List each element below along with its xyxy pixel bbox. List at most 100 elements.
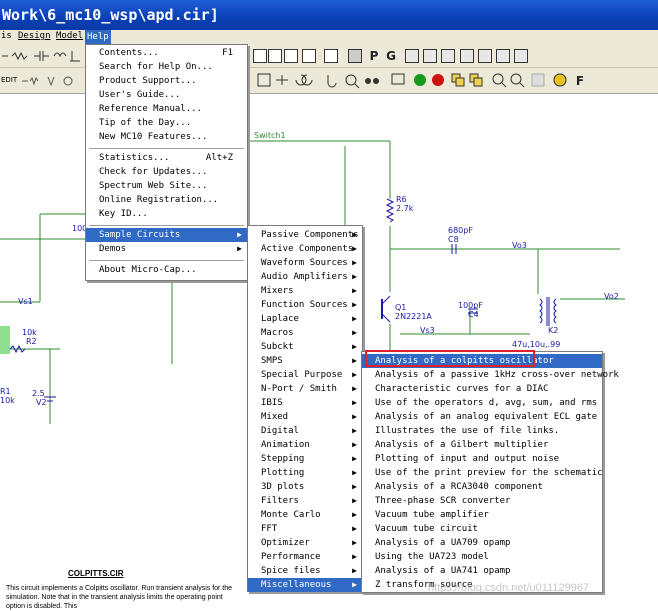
k2-value: 47u,10u,.99 (512, 340, 561, 349)
sc-item[interactable]: Waveform Sources ▶ (248, 256, 362, 270)
help-contents-shortcut: F1 (222, 48, 233, 58)
misc-item[interactable]: Analysis of a passive 1kHz cross-over ne… (362, 368, 619, 382)
help-demos-item[interactable]: Demos ▶ (86, 242, 247, 256)
help-reference-item[interactable]: Reference Manual... (86, 102, 247, 116)
sc-item[interactable]: Filters ▶ (248, 494, 362, 508)
sc-item[interactable]: Macros ▶ (248, 326, 362, 340)
sc-item[interactable]: 3D plots ▶ (248, 480, 362, 494)
sc-item[interactable]: SMPS ▶ (248, 354, 362, 368)
sc-item[interactable]: Function Sources ▶ (248, 298, 362, 312)
misc-item-label: Plotting of input and output noise (375, 454, 560, 464)
sc-item[interactable]: Mixed ▶ (248, 410, 362, 424)
sc-item[interactable]: Active Components ▶ (248, 242, 362, 256)
component-tools[interactable] (0, 47, 90, 65)
help-contents-item[interactable]: Contents... F1 (86, 46, 247, 60)
sc-item[interactable]: Mixers ▶ (248, 284, 362, 298)
window-icon-5[interactable] (324, 49, 338, 63)
sc-item[interactable]: Animation ▶ (248, 438, 362, 452)
misc-item[interactable]: Three-phase SCR converter (362, 494, 602, 508)
menu-help[interactable]: Help (85, 30, 111, 44)
help-new-features-item[interactable]: New MC10 Features... (86, 130, 247, 144)
grid-icon-7[interactable] (514, 49, 528, 63)
sc-item[interactable]: N-Port / Smith ▶ (248, 382, 362, 396)
window-icon-2[interactable] (268, 49, 282, 63)
help-keyid-item[interactable]: Key ID... (86, 207, 247, 221)
help-sample-circuits-item[interactable]: Sample Circuits ▶ (86, 228, 247, 242)
misc-item-label: Vacuum tube circuit (375, 524, 478, 534)
sc-item[interactable]: Optimizer ▶ (248, 536, 362, 550)
submenu-arrow-icon: ▶ (352, 468, 357, 477)
misc-item[interactable]: Analysis of a Gilbert multiplier (362, 438, 602, 452)
sc-item[interactable]: Subckt ▶ (248, 340, 362, 354)
grid-icon-2[interactable] (423, 49, 437, 63)
sc-item-label: IBIS (261, 398, 283, 408)
misc-item[interactable]: Use of the print preview for the schemat… (362, 466, 603, 480)
grid-icon-6[interactable] (496, 49, 510, 63)
help-registration-item[interactable]: Online Registration... (86, 193, 247, 207)
sc-item-label: N-Port / Smith (261, 384, 337, 394)
sc-item[interactable]: Plotting ▶ (248, 466, 362, 480)
misc-item[interactable]: Use of the operators d, avg, sum, and rm… (362, 396, 602, 410)
sc-item[interactable]: Spice files ▶ (248, 564, 362, 578)
misc-item[interactable]: Vacuum tube amplifier (362, 508, 602, 522)
edit-tools[interactable] (20, 73, 90, 89)
misc-item[interactable]: Analysis of a UA741 opamp (362, 564, 602, 578)
misc-item[interactable]: Using the UA723 model (362, 550, 602, 564)
misc-item[interactable]: Analysis of an analog equivalent ECL gat… (362, 410, 602, 424)
help-statistics-item[interactable]: Statistics... Alt+Z (86, 151, 247, 165)
vs1-label: Vs1 (18, 297, 33, 306)
g-button[interactable]: G (383, 48, 399, 64)
help-users-guide-item[interactable]: User's Guide... (86, 88, 247, 102)
help-updates-item[interactable]: Check for Updates... (86, 165, 247, 179)
sc-item[interactable]: Monte Carlo ▶ (248, 508, 362, 522)
submenu-arrow-icon: ▶ (352, 496, 357, 505)
sc-item[interactable]: Passive Components ▶ (248, 228, 362, 242)
f-button[interactable]: F (572, 73, 588, 89)
window-icon-3[interactable] (284, 49, 298, 63)
p-button[interactable]: P (366, 48, 382, 64)
sc-item-label: Laplace (261, 314, 299, 324)
help-search-item[interactable]: Search for Help On... (86, 60, 247, 74)
window-icon-1[interactable] (253, 49, 267, 63)
sc-item[interactable]: Laplace ▶ (248, 312, 362, 326)
sc-item-miscellaneous[interactable]: Miscellaneous ▶ (248, 578, 362, 592)
grid-icon[interactable] (405, 49, 419, 63)
menu-analysis[interactable]: is (1, 31, 12, 41)
r6-value: 2.7k (396, 204, 414, 213)
help-users-guide-label: User's Guide... (99, 90, 181, 100)
switch-label: Switch1 (254, 131, 286, 140)
sc-item[interactable]: Digital ▶ (248, 424, 362, 438)
window-icon-4[interactable] (302, 49, 316, 63)
menu-model[interactable]: Model (56, 31, 83, 41)
submenu-arrow-icon: ▶ (352, 398, 357, 407)
sc-item[interactable]: FFT ▶ (248, 522, 362, 536)
grid-icon-4[interactable] (460, 49, 474, 63)
misc-item[interactable]: Vacuum tube circuit (362, 522, 602, 536)
help-tip-item[interactable]: Tip of the Day... (86, 116, 247, 130)
sc-item[interactable]: Performance ▶ (248, 550, 362, 564)
menu-design[interactable]: Design (18, 31, 51, 41)
submenu-arrow-icon: ▶ (352, 258, 357, 267)
help-support-item[interactable]: Product Support... (86, 74, 247, 88)
help-about-item[interactable]: About Micro-Cap... (86, 263, 247, 277)
menu-bar: is Design Model Help (0, 30, 658, 44)
sc-item[interactable]: IBIS ▶ (248, 396, 362, 410)
grid-icon-3[interactable] (441, 49, 455, 63)
misc-item[interactable]: Analysis of a UA709 opamp (362, 536, 602, 550)
sc-item[interactable]: Audio Amplifiers ▶ (248, 270, 362, 284)
sc-item-label: Waveform Sources (261, 258, 348, 268)
k2-label: K2 (548, 326, 559, 335)
misc-item[interactable]: Analysis of a RCA3040 component (362, 480, 602, 494)
sc-item[interactable]: Special Purpose ▶ (248, 368, 362, 382)
calculator-icon[interactable] (348, 49, 362, 63)
misc-item[interactable]: Characteristic curves for a DIAC (362, 382, 602, 396)
submenu-arrow-icon: ▶ (352, 230, 357, 239)
edit-label[interactable]: EDIT (1, 76, 17, 84)
action-toolbar[interactable] (256, 72, 586, 90)
help-menu: Contents... F1 Search for Help On... Prod… (85, 44, 248, 281)
misc-item[interactable]: Plotting of input and output noise (362, 452, 602, 466)
sc-item[interactable]: Stepping ▶ (248, 452, 362, 466)
misc-item[interactable]: Illustrates the use of file links. (362, 424, 602, 438)
grid-icon-5[interactable] (478, 49, 492, 63)
help-website-item[interactable]: Spectrum Web Site... (86, 179, 247, 193)
